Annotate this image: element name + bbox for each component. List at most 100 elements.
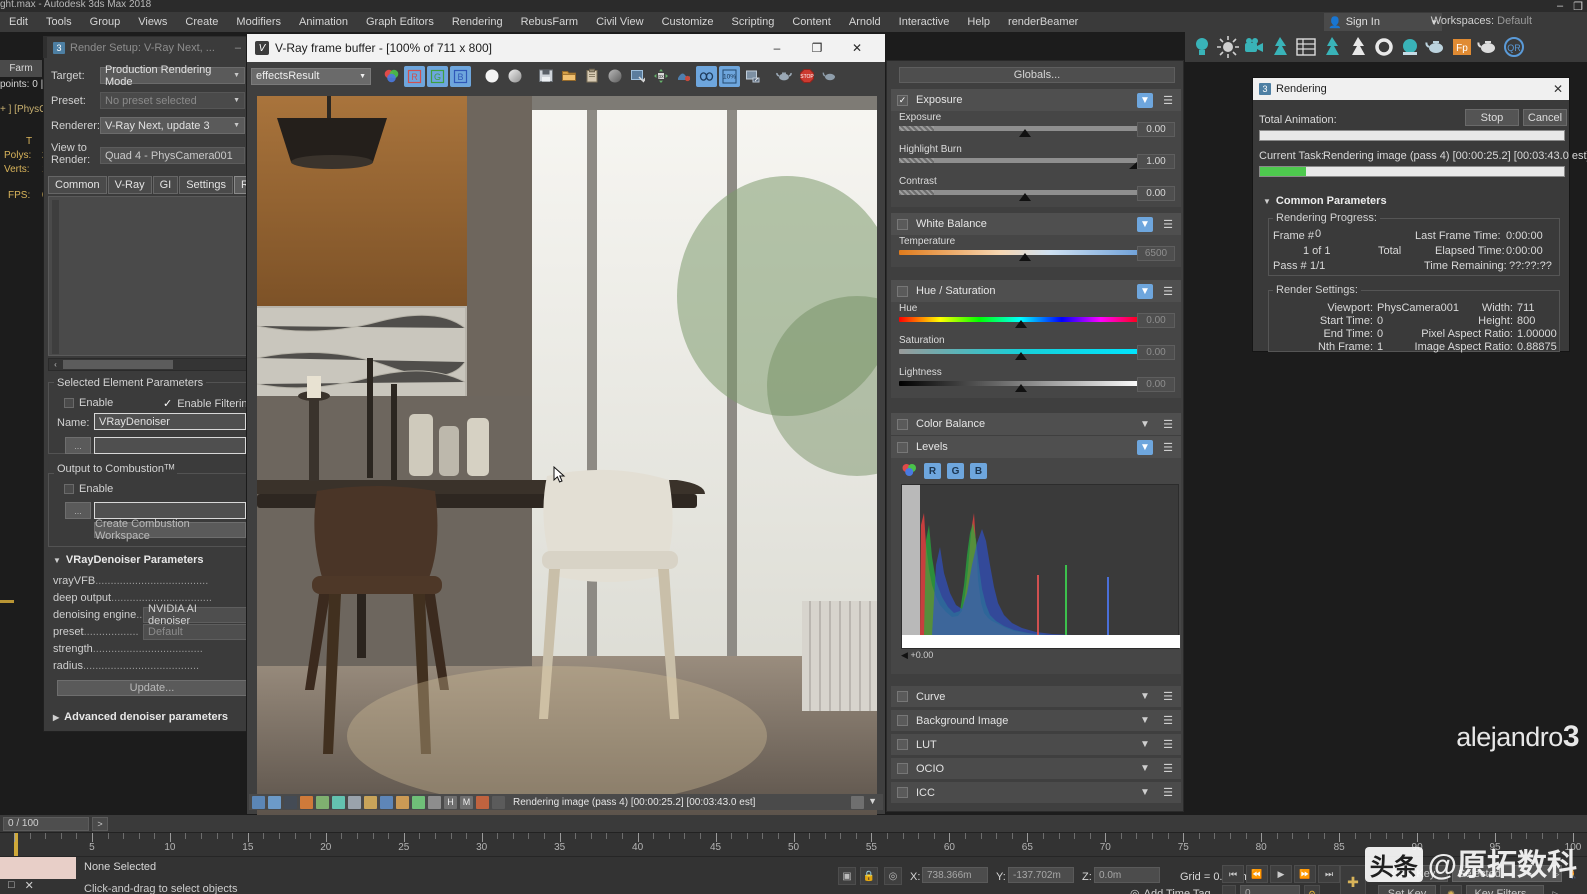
target-combo[interactable]: Production Rendering Mode ▼ <box>100 64 245 88</box>
status-icon-info[interactable] <box>284 795 297 809</box>
status-icon-lightmix[interactable] <box>300 795 313 809</box>
status-icon-region[interactable] <box>380 795 393 809</box>
x-field[interactable]: 738.366m <box>922 867 988 883</box>
menu-icon[interactable]: ☰ <box>1161 418 1175 431</box>
track-bar[interactable]: 0 / 100 > <box>0 815 1587 832</box>
fp-icon[interactable]: Fp <box>1451 36 1473 58</box>
denoiser-row-radius[interactable]: radius..................................… <box>53 660 249 672</box>
vfb-maximize-button[interactable]: ❐ <box>797 34 837 62</box>
menu-icon[interactable]: ☰ <box>1161 690 1175 703</box>
slider-value[interactable]: 0.00 <box>1137 377 1175 392</box>
vfb-channel-combo[interactable]: effectsResult ▼ <box>251 67 371 85</box>
cancel-button[interactable]: Cancel <box>1523 109 1567 126</box>
white-balance-checkbox[interactable] <box>897 218 908 230</box>
vfb-color-corrections-panel[interactable]: Globals... ✓ Exposure ▼ ☰ Exposure 0.00 Hi… <box>886 60 1184 812</box>
workspaces-selector[interactable]: Workspaces: Default <box>1431 15 1532 27</box>
checkbox-icon[interactable] <box>897 787 908 798</box>
status-icon-render-layers[interactable] <box>252 795 265 809</box>
lock-icon[interactable]: 🔒 <box>860 867 878 885</box>
slider-handle[interactable] <box>1014 384 1027 392</box>
levels-r-button[interactable]: R <box>924 463 941 479</box>
levels-b-button[interactable]: B <box>970 463 987 479</box>
menu-icon[interactable]: ☰ <box>1161 218 1175 231</box>
element-name-field[interactable]: VRayDenoiser <box>94 413 246 430</box>
menu-item-rebusfarm[interactable]: RebusFarm <box>512 14 587 30</box>
status-expand-icon[interactable] <box>851 795 865 809</box>
rebusfarm-button[interactable]: Farm <box>0 60 42 77</box>
color-clamp-icon[interactable] <box>673 66 694 87</box>
create-combustion-workspace-button[interactable]: Create Combustion Workspace <box>94 518 246 542</box>
vfb-close-button[interactable]: ✕ <box>837 34 877 62</box>
z-field[interactable]: 0.0m <box>1094 867 1160 883</box>
key-filters-button[interactable]: Key Filters... <box>1466 885 1544 894</box>
region-render-icon[interactable] <box>627 66 648 87</box>
slider-value[interactable]: 6500 <box>1137 246 1175 261</box>
slider-handle[interactable] <box>1019 253 1032 261</box>
spreadsheet-icon[interactable] <box>1295 36 1317 58</box>
minimize-icon[interactable]: – <box>235 42 241 54</box>
denoiser-row-strength[interactable]: strength................................… <box>53 643 249 655</box>
checkbox-icon[interactable] <box>897 715 908 726</box>
menu-item-edit[interactable]: Edit <box>0 14 37 30</box>
absolute-relative-toggle[interactable]: ◎ <box>884 867 902 885</box>
menu-item-civil-view[interactable]: Civil View <box>587 14 652 30</box>
checkbox-icon[interactable] <box>897 691 908 702</box>
foliage-icon[interactable] <box>1269 36 1291 58</box>
enable-filtering-checkbox[interactable]: ✓ Enable Filtering <box>163 397 254 411</box>
menu-item-group[interactable]: Group <box>81 14 130 30</box>
menu-icon[interactable]: ☰ <box>1161 285 1175 298</box>
chevron-down-icon[interactable]: ▼ <box>1137 439 1153 455</box>
chevron-down-icon[interactable]: ▼ <box>1137 713 1153 728</box>
status-icon-channels[interactable] <box>268 795 281 809</box>
correction-row-ocio[interactable]: OCIO ▼ ☰ <box>891 758 1181 779</box>
chevron-down-icon[interactable]: ▼ <box>1137 689 1153 704</box>
list-scrollbar[interactable] <box>52 200 59 354</box>
menu-icon[interactable]: ☰ <box>1161 738 1175 751</box>
menu-icon[interactable]: ☰ <box>1161 94 1175 107</box>
monochrome-icon[interactable] <box>604 66 625 87</box>
chevron-down-icon[interactable]: ▼ <box>1137 761 1153 776</box>
stereo-icon[interactable] <box>696 65 717 87</box>
menu-item-content[interactable]: Content <box>783 14 840 30</box>
menu-item-tools[interactable]: Tools <box>37 14 81 30</box>
slider-value[interactable]: 0.00 <box>1137 313 1175 328</box>
checkbox-icon[interactable] <box>897 739 908 750</box>
light-bulb-icon[interactable] <box>1191 36 1213 58</box>
color-balance-checkbox[interactable] <box>897 418 908 430</box>
move-tool-icon[interactable]: ✚ <box>1340 865 1366 894</box>
menu-item-interactive[interactable]: Interactive <box>890 14 959 30</box>
render-setup-tab[interactable]: 3 Render Setup: V-Ray Next, ... – <box>47 37 247 58</box>
ring-icon[interactable] <box>1373 36 1395 58</box>
play-button[interactable]: ▶ <box>1270 865 1292 883</box>
slider-handle[interactable] <box>1014 352 1027 360</box>
go-to-end-button[interactable]: ⏭ <box>1318 865 1340 883</box>
set-key-button[interactable]: Set Key <box>1378 885 1436 894</box>
material-sphere-icon[interactable] <box>1399 36 1421 58</box>
globals-button[interactable]: Globals... <box>899 67 1175 83</box>
tree-small-icon[interactable] <box>1321 36 1343 58</box>
open-icon[interactable] <box>558 66 579 87</box>
camera-icon[interactable] <box>1243 36 1265 58</box>
render-setup-icon[interactable] <box>1477 36 1499 58</box>
slider-value[interactable]: 0.00 <box>1137 186 1175 201</box>
menu-item-rendering[interactable]: Rendering <box>443 14 512 30</box>
next-frame-button[interactable]: ⏩ <box>1294 865 1316 883</box>
red-channel-icon[interactable]: R <box>404 65 425 87</box>
chevron-down-icon[interactable]: ▼ <box>1137 417 1153 432</box>
levels-rgb-icon[interactable] <box>901 462 918 481</box>
status-icon-color-corrections[interactable] <box>316 795 329 809</box>
previous-frame-button[interactable]: ⏪ <box>1246 865 1268 883</box>
levels-header[interactable]: Levels ▼ ☰ <box>891 436 1181 458</box>
menu-item-arnold[interactable]: Arnold <box>840 14 890 30</box>
vray-frame-buffer-window[interactable]: V V-Ray frame buffer - [100% of 711 x 80… <box>246 33 886 822</box>
status-icon-grid[interactable] <box>428 795 441 809</box>
pixel-move-icon[interactable]: px <box>650 66 671 87</box>
rendering-progress-dialog[interactable]: 3 Rendering ✕ Total Animation: Stop Canc… <box>1252 77 1587 353</box>
close-icon[interactable]: ✕ <box>1553 82 1563 96</box>
frame-next-button[interactable]: > <box>92 816 108 831</box>
menu-item-scripting[interactable]: Scripting <box>723 14 784 30</box>
correction-row-icc[interactable]: ICC ▼ ☰ <box>891 782 1181 803</box>
status-icon-layers[interactable] <box>332 795 345 809</box>
status-icon-curve[interactable] <box>412 795 425 809</box>
combustion-browse-button[interactable]: ... <box>65 502 91 519</box>
